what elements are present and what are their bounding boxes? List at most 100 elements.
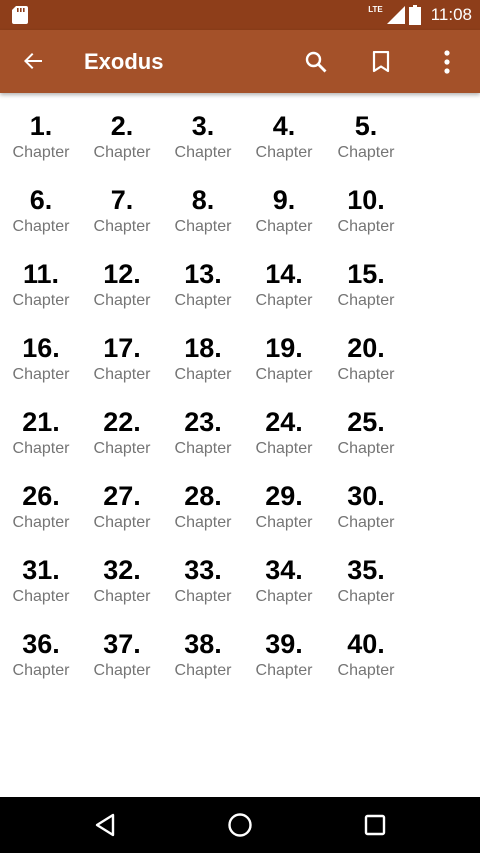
- chapter-item[interactable]: 20. Chapter: [325, 331, 407, 385]
- chapter-item[interactable]: 31. Chapter: [0, 553, 82, 607]
- chapter-item[interactable]: 7. Chapter: [81, 183, 163, 237]
- chapter-label: Chapter: [255, 662, 313, 679]
- lte-icon: LTE: [368, 4, 383, 14]
- home-circle-icon: [228, 813, 252, 837]
- chapter-number: 39.: [265, 629, 303, 659]
- chapter-item[interactable]: 33. Chapter: [162, 553, 244, 607]
- recents-square-icon: [364, 814, 386, 836]
- bookmark-icon: [372, 51, 390, 73]
- chapter-number: 16.: [22, 333, 60, 363]
- chapter-label: Chapter: [93, 514, 151, 531]
- chapter-item[interactable]: 3. Chapter: [162, 109, 244, 163]
- chapter-label: Chapter: [174, 440, 232, 457]
- chapter-number: 12.: [103, 259, 141, 289]
- chapter-item[interactable]: 27. Chapter: [81, 479, 163, 533]
- chapter-number: 18.: [184, 333, 222, 363]
- chapter-item[interactable]: 24. Chapter: [243, 405, 325, 459]
- chapter-label: Chapter: [93, 218, 151, 235]
- more-vert-icon: [444, 50, 450, 74]
- chapter-item[interactable]: 6. Chapter: [0, 183, 82, 237]
- chapter-item[interactable]: 38. Chapter: [162, 627, 244, 681]
- chapter-item[interactable]: 1. Chapter: [0, 109, 82, 163]
- chapter-label: Chapter: [255, 292, 313, 309]
- chapter-item[interactable]: 18. Chapter: [162, 331, 244, 385]
- chapter-item[interactable]: 12. Chapter: [81, 257, 163, 311]
- nav-home-button[interactable]: [220, 805, 260, 845]
- chapter-label: Chapter: [174, 144, 232, 161]
- chapter-item[interactable]: 40. Chapter: [325, 627, 407, 681]
- chapter-item[interactable]: 2. Chapter: [81, 109, 163, 163]
- chapter-label: Chapter: [12, 662, 70, 679]
- chapter-item[interactable]: 11. Chapter: [0, 257, 82, 311]
- chapter-number: 40.: [347, 629, 385, 659]
- chapter-label: Chapter: [337, 440, 395, 457]
- chapter-item[interactable]: 15. Chapter: [325, 257, 407, 311]
- chapter-item[interactable]: 13. Chapter: [162, 257, 244, 311]
- chapter-number: 29.: [265, 481, 303, 511]
- nav-back-button[interactable]: [85, 805, 125, 845]
- chapter-item[interactable]: 26. Chapter: [0, 479, 82, 533]
- chapter-item[interactable]: 36. Chapter: [0, 627, 82, 681]
- chapter-item[interactable]: 17. Chapter: [81, 331, 163, 385]
- chapter-item[interactable]: 23. Chapter: [162, 405, 244, 459]
- chapter-item[interactable]: 14. Chapter: [243, 257, 325, 311]
- chapter-label: Chapter: [12, 218, 70, 235]
- chapter-item[interactable]: 30. Chapter: [325, 479, 407, 533]
- chapter-number: 1.: [29, 111, 53, 141]
- app-bar: Exodus: [0, 30, 480, 93]
- chapter-label: Chapter: [174, 588, 232, 605]
- chapter-label: Chapter: [12, 588, 70, 605]
- chapter-label: Chapter: [337, 662, 395, 679]
- search-button[interactable]: [296, 42, 336, 82]
- chapter-number: 22.: [103, 407, 141, 437]
- chapter-item[interactable]: 32. Chapter: [81, 553, 163, 607]
- chapter-item[interactable]: 29. Chapter: [243, 479, 325, 533]
- chapter-item[interactable]: 22. Chapter: [81, 405, 163, 459]
- chapter-label: Chapter: [174, 218, 232, 235]
- battery-icon: [408, 5, 421, 25]
- chapter-item[interactable]: 4. Chapter: [243, 109, 325, 163]
- chapter-number: 34.: [265, 555, 303, 585]
- nav-recents-button[interactable]: [355, 805, 395, 845]
- chapter-label: Chapter: [12, 440, 70, 457]
- page-title: Exodus: [84, 49, 164, 74]
- chapter-item[interactable]: 37. Chapter: [81, 627, 163, 681]
- chapter-number: 36.: [22, 629, 60, 659]
- back-button[interactable]: [14, 42, 52, 80]
- chapter-number: 17.: [103, 333, 141, 363]
- sd-card-icon: [12, 6, 28, 24]
- chapter-number: 10.: [347, 185, 385, 215]
- bookmark-button[interactable]: [361, 42, 401, 82]
- chapter-number: 37.: [103, 629, 141, 659]
- chapter-label: Chapter: [255, 588, 313, 605]
- chapter-item[interactable]: 5. Chapter: [325, 109, 407, 163]
- back-triangle-icon: [95, 813, 115, 837]
- chapter-item[interactable]: 28. Chapter: [162, 479, 244, 533]
- chapter-item[interactable]: 16. Chapter: [0, 331, 82, 385]
- chapter-number: 11.: [22, 259, 60, 289]
- chapter-number: 24.: [265, 407, 303, 437]
- chapter-item[interactable]: 39. Chapter: [243, 627, 325, 681]
- chapter-label: Chapter: [174, 366, 232, 383]
- chapter-number: 20.: [347, 333, 385, 363]
- chapter-item[interactable]: 34. Chapter: [243, 553, 325, 607]
- chapter-item[interactable]: 9. Chapter: [243, 183, 325, 237]
- chapter-number: 13.: [184, 259, 222, 289]
- chapter-label: Chapter: [12, 514, 70, 531]
- chapter-label: Chapter: [337, 366, 395, 383]
- chapter-number: 8.: [191, 185, 215, 215]
- chapter-label: Chapter: [93, 144, 151, 161]
- chapter-number: 19.: [265, 333, 303, 363]
- chapter-item[interactable]: 25. Chapter: [325, 405, 407, 459]
- chapter-item[interactable]: 21. Chapter: [0, 405, 82, 459]
- chapter-item[interactable]: 8. Chapter: [162, 183, 244, 237]
- chapter-number: 6.: [29, 185, 53, 215]
- chapter-item[interactable]: 19. Chapter: [243, 331, 325, 385]
- chapter-label: Chapter: [93, 292, 151, 309]
- chapter-number: 28.: [184, 481, 222, 511]
- chapter-label: Chapter: [337, 292, 395, 309]
- chapter-item[interactable]: 35. Chapter: [325, 553, 407, 607]
- more-options-button[interactable]: [427, 42, 467, 82]
- chapter-item[interactable]: 10. Chapter: [325, 183, 407, 237]
- signal-icon: [386, 6, 405, 24]
